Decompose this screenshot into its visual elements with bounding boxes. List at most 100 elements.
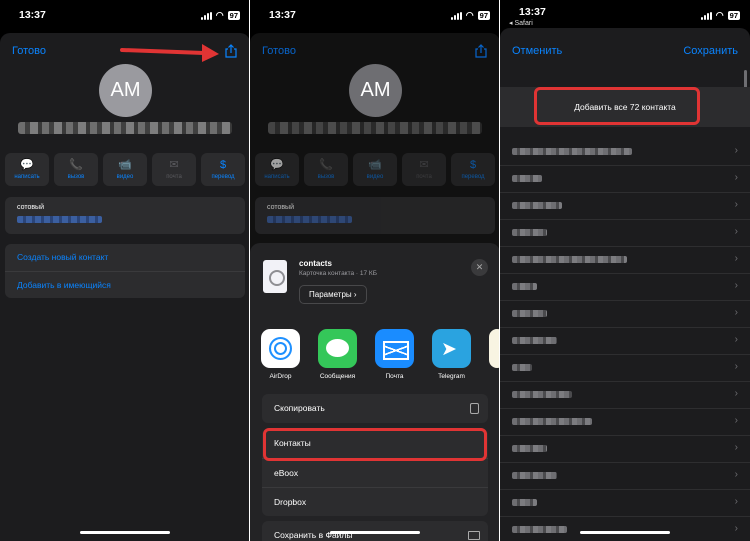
- action-label: написать: [14, 174, 40, 180]
- contact-row[interactable]: ›: [500, 193, 750, 220]
- share-icon[interactable]: [225, 44, 237, 58]
- file-subtitle: Карточка контакта · 17 КБ: [299, 270, 377, 277]
- phone-card[interactable]: сотовый: [5, 197, 245, 234]
- video-icon: 📹: [368, 159, 382, 171]
- action-button: 📹 видео: [353, 153, 397, 186]
- action-label: почта: [416, 174, 432, 180]
- dropbox-action[interactable]: Dropbox: [262, 487, 488, 516]
- chevron-right-icon: ›: [734, 172, 738, 183]
- contact-name-blurred: [18, 122, 232, 134]
- contact-row[interactable]: ›: [500, 517, 750, 541]
- contact-row[interactable]: ›: [500, 463, 750, 490]
- contact-name-blurred: [512, 364, 532, 371]
- signal-icon: [450, 11, 462, 20]
- avatar: AM: [349, 64, 402, 117]
- share-app-msgs[interactable]: Сообщения: [318, 329, 357, 380]
- contact-row[interactable]: ›: [500, 328, 750, 355]
- action-button: 📞 вызов: [304, 153, 348, 186]
- cancel-button[interactable]: Отменить: [512, 45, 562, 57]
- save-button[interactable]: Сохранить: [683, 45, 738, 57]
- status-time: 13:37: [519, 6, 546, 18]
- done-button[interactable]: Готово: [12, 45, 46, 57]
- back-to-safari[interactable]: ◂ Safari: [509, 19, 533, 27]
- import-options: Создать новый контакт Добавить в имеющий…: [5, 244, 245, 298]
- copy-group: Скопировать: [262, 394, 488, 423]
- dollar-icon: $: [219, 159, 227, 171]
- action-message-button[interactable]: 💬 написать: [5, 153, 49, 186]
- action-label: почта: [166, 174, 182, 180]
- dollar-icon: $: [469, 159, 477, 171]
- contact-row[interactable]: ›: [500, 382, 750, 409]
- mail-icon: [375, 329, 414, 368]
- contact-row[interactable]: ›: [500, 166, 750, 193]
- contact-name-blurred: [512, 418, 592, 425]
- action-dollar-button[interactable]: $ перевод: [201, 153, 245, 186]
- contact-name-blurred: [512, 526, 567, 533]
- share-icon: [475, 44, 487, 58]
- add-to-existing-button[interactable]: Добавить в имеющийся: [5, 271, 245, 298]
- message-icon: 💬: [20, 159, 34, 171]
- highlight-box: [534, 87, 700, 125]
- contact-row[interactable]: ›: [500, 409, 750, 436]
- home-indicator: [80, 531, 170, 534]
- action-label: перевод: [211, 174, 235, 180]
- contact-row[interactable]: ›: [500, 274, 750, 301]
- phone-icon: 📞: [319, 159, 333, 171]
- options-button[interactable]: Параметры ›: [299, 285, 367, 304]
- chevron-right-icon: ›: [734, 307, 738, 318]
- phone-number-blurred: [267, 216, 352, 223]
- arrow-annotation-icon: [120, 44, 219, 62]
- chevron-right-icon: ›: [734, 145, 738, 156]
- create-new-contact-button[interactable]: Создать новый контакт: [5, 244, 245, 271]
- chevron-right-icon: ›: [734, 496, 738, 507]
- signal-icon: [700, 11, 712, 20]
- highlight-box: [263, 428, 487, 461]
- tg-icon: [432, 329, 471, 368]
- chevron-right-icon: ›: [734, 253, 738, 264]
- chevron-right-icon: ›: [734, 469, 738, 480]
- contact-row[interactable]: ›: [500, 301, 750, 328]
- app-row: AirDropСообщенияПочтаTelegramЗа: [261, 329, 500, 380]
- contact-file-icon: [263, 260, 287, 293]
- action-label: вызов: [317, 174, 335, 180]
- contact-row[interactable]: ›: [500, 220, 750, 247]
- status-bar: 13:37 ◂ Safari ◠ 97: [500, 0, 750, 30]
- app-label: Telegram: [438, 373, 465, 380]
- close-icon[interactable]: ✕: [471, 259, 488, 276]
- action-phone-button[interactable]: 📞 вызов: [54, 153, 98, 186]
- action-button: $ перевод: [451, 153, 495, 186]
- contact-name-blurred: [512, 391, 572, 398]
- contact-row[interactable]: ›: [500, 139, 750, 166]
- phone-number-blurred[interactable]: [17, 216, 102, 223]
- status-time: 13:37: [269, 9, 296, 21]
- action-video-button[interactable]: 📹 видео: [103, 153, 147, 186]
- share-app-tg[interactable]: Telegram: [432, 329, 471, 380]
- airdrop-icon: [261, 329, 300, 368]
- contact-list: › › › › › › › › › › › › › › ›: [500, 139, 750, 541]
- action-label: перевод: [461, 174, 485, 180]
- contact-row[interactable]: ›: [500, 490, 750, 517]
- action-label: видео: [366, 174, 384, 180]
- message-icon: 💬: [270, 159, 284, 171]
- contact-row[interactable]: ›: [500, 247, 750, 274]
- contact-name-blurred: [268, 122, 482, 134]
- status-time: 13:37: [19, 9, 46, 21]
- action-label: написать: [264, 174, 290, 180]
- contact-name-blurred: [512, 499, 537, 506]
- contact-row[interactable]: ›: [500, 436, 750, 463]
- copy-button[interactable]: Скопировать: [262, 394, 488, 423]
- eboox-action[interactable]: eBoox: [262, 458, 488, 487]
- contact-row[interactable]: ›: [500, 355, 750, 382]
- contact-card-panel: 13:37 ◠ 97 Готово AM 💬 написать 📞 вызов 📹 вид…: [0, 0, 250, 541]
- share-app-airdrop[interactable]: AirDrop: [261, 329, 300, 380]
- action-label: видео: [116, 174, 134, 180]
- status-bar: 13:37 ◠ 97: [0, 0, 250, 30]
- share-app-mail[interactable]: Почта: [375, 329, 414, 380]
- quick-actions: 💬 написать 📞 вызов 📹 видео ✉ почта $ перевод: [255, 153, 495, 186]
- import-contacts-panel: 13:37 ◂ Safari ◠ 97 Отменить Сохранить Д…: [500, 0, 750, 541]
- video-icon: 📹: [118, 159, 132, 171]
- phone-icon: 📞: [69, 159, 83, 171]
- signal-icon: [200, 11, 212, 20]
- chevron-right-icon: ›: [734, 226, 738, 237]
- contact-name-blurred: [512, 310, 547, 317]
